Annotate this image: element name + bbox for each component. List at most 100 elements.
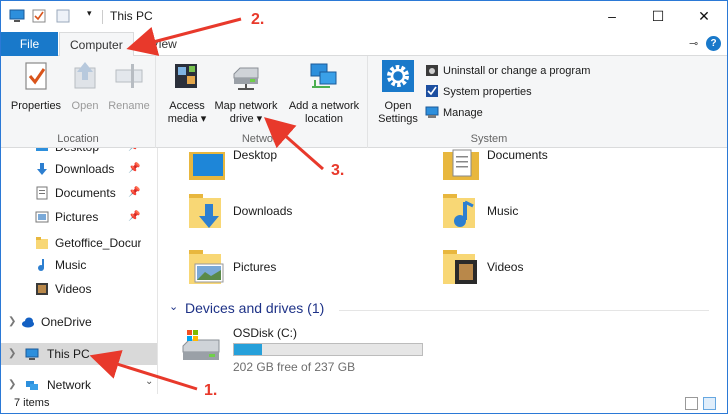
uninstall-program-icon [426, 65, 438, 77]
chevron-down-icon[interactable]: ⌄ [169, 300, 178, 313]
nav-item-downloads[interactable]: Downloads 📌 [1, 158, 157, 180]
help-icon[interactable]: ? [706, 36, 721, 51]
pictures-icon [35, 211, 49, 223]
system-properties-button[interactable]: System properties [425, 83, 532, 101]
pin-ribbon-icon[interactable]: ⊸ [689, 37, 698, 50]
add-network-location-icon [310, 63, 337, 88]
nav-item-documents[interactable]: Documents 📌 [1, 182, 157, 204]
nav-item-getoffice[interactable]: Getoffice_Docur [1, 232, 157, 254]
drive-usage-fill [234, 344, 263, 355]
folder-label: Desktop [233, 148, 278, 162]
annotation-label-1: 1. [204, 382, 218, 399]
rename-label: Rename [108, 100, 150, 112]
manage-button[interactable]: Manage [425, 104, 483, 122]
nav-item-label: Network [47, 378, 92, 392]
folder-music[interactable]: Music [441, 188, 681, 236]
open-settings-label-1: Open [384, 100, 412, 112]
navigation-pane: Desktop 📌 Downloads 📌 Documents 📌 Pictur… [1, 148, 158, 394]
properties-icon [25, 62, 47, 90]
minimize-button[interactable]: – [589, 1, 635, 32]
location-group-label: Location [57, 133, 99, 145]
content-pane: Desktop Documents Downloads Music Pictur… [159, 148, 727, 394]
add-network-location-label-1: Add a network [288, 100, 360, 112]
chevron-right-icon[interactable]: ❯ [8, 311, 16, 333]
nav-item-label: Music [55, 258, 87, 272]
folder-downloads[interactable]: Downloads [187, 188, 427, 236]
drive-osdisk[interactable]: OSDisk (C:) 202 GB free of 237 GB [179, 324, 579, 374]
pin-icon: 📌 [128, 148, 140, 158]
pin-icon: 📌 [128, 163, 141, 174]
tab-view[interactable]: View [141, 32, 187, 56]
tab-computer[interactable]: Computer [59, 32, 134, 57]
manage-label: Manage [443, 107, 483, 119]
annotation-label-3: 3. [331, 162, 345, 179]
map-network-drive-label-1: Map network [214, 100, 278, 112]
access-media-label-2: media ▾ [167, 113, 207, 125]
rename-button[interactable]: Rename [105, 60, 153, 113]
folder-label: Documents [487, 148, 548, 162]
add-network-location-label-2: location [305, 113, 343, 125]
documents-folder-icon [443, 149, 479, 180]
nav-item-network[interactable]: ❯ Network [1, 374, 157, 394]
nav-item-label: Getoffice_Docur [55, 236, 141, 250]
drive-name: OSDisk (C:) [233, 326, 297, 340]
chevron-right-icon[interactable]: ❯ [8, 343, 16, 365]
tab-file[interactable]: File [1, 32, 58, 56]
ribbon-group-location: Properties Open Rename Location [1, 56, 156, 148]
nav-item-desktop[interactable]: Desktop 📌 [1, 148, 157, 158]
network-group-label: Network [241, 133, 283, 145]
this-pc-icon [25, 348, 39, 360]
access-media-label-1: Access [169, 100, 205, 112]
large-icons-view-icon[interactable] [703, 397, 716, 410]
properties-quick-icon[interactable] [32, 9, 46, 23]
map-network-drive-button[interactable]: Map network drive ▾ [209, 60, 283, 126]
open-label: Open [71, 100, 99, 112]
folder-documents[interactable]: Documents [441, 148, 681, 190]
chevron-right-icon[interactable]: ❯ [8, 374, 16, 394]
drive-free-space: 202 GB free of 237 GB [233, 360, 356, 374]
folder-videos[interactable]: Videos [441, 244, 681, 292]
section-divider [339, 310, 709, 311]
pin-icon: 📌 [128, 211, 141, 222]
folder-desktop[interactable]: Desktop [187, 148, 427, 190]
nav-item-videos[interactable]: Videos [1, 278, 157, 300]
system-properties-label: System properties [443, 86, 532, 98]
properties-button[interactable]: Properties [7, 60, 65, 113]
downloads-icon [37, 163, 47, 175]
new-folder-quick-icon[interactable] [56, 9, 70, 23]
open-button[interactable]: Open [65, 60, 105, 113]
close-button[interactable]: ✕ [681, 1, 727, 32]
customize-quick-access-icon[interactable]: ▾ [87, 8, 92, 19]
add-network-location-button[interactable]: Add a network location [283, 60, 365, 126]
music-folder-icon [443, 194, 475, 228]
videos-icon [36, 283, 48, 295]
documents-icon [36, 186, 48, 200]
downloads-folder-icon [189, 194, 221, 228]
rename-icon [115, 64, 143, 88]
nav-item-music[interactable]: Music [1, 254, 157, 276]
nav-scroll-down-icon[interactable]: ⌄ [145, 376, 153, 387]
uninstall-program-button[interactable]: Uninstall or change a program [425, 62, 590, 80]
uninstall-label: Uninstall or change a program [443, 65, 591, 77]
item-count: 7 items [14, 397, 50, 409]
folder-label: Pictures [233, 260, 277, 274]
nav-item-pictures[interactable]: Pictures 📌 [1, 206, 157, 228]
onedrive-cloud-icon [22, 317, 34, 328]
map-network-drive-icon [233, 67, 259, 90]
open-settings-label-2: Settings [378, 113, 418, 125]
devices-section-header[interactable]: Devices and drives (1) [185, 300, 324, 316]
nav-item-this-pc[interactable]: ❯ This PC [1, 343, 157, 365]
manage-icon [425, 106, 439, 119]
annotation-label-2: 2. [251, 11, 265, 28]
maximize-button[interactable]: ☐ [635, 1, 681, 32]
folder-label: Videos [487, 260, 524, 274]
map-network-drive-label-2: drive ▾ [229, 113, 263, 125]
nav-item-onedrive[interactable]: ❯ OneDrive [1, 311, 157, 333]
folder-label: Downloads [233, 204, 293, 218]
open-settings-button[interactable]: Open Settings [373, 60, 423, 126]
details-view-icon[interactable] [685, 397, 698, 410]
folder-pictures[interactable]: Pictures [187, 244, 427, 292]
access-media-button[interactable]: Access media ▾ [161, 60, 213, 126]
pin-icon: 📌 [128, 187, 141, 198]
system-group-label: System [470, 133, 508, 145]
